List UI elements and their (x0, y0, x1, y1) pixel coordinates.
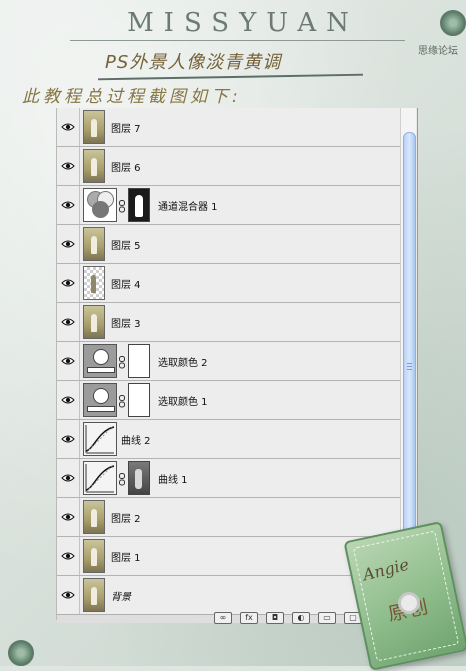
eye-icon[interactable] (57, 459, 80, 497)
layer-thumbnail[interactable] (83, 110, 105, 144)
layer-name[interactable]: 图层 4 (111, 276, 141, 291)
layer-row[interactable]: 图层 7 (57, 108, 400, 147)
layer-row[interactable]: 图层 3 (57, 303, 400, 342)
link-chain-icon[interactable] (119, 354, 125, 369)
banner-divider (70, 40, 405, 41)
eye-icon[interactable] (57, 108, 80, 146)
layer-thumbnail[interactable] (83, 500, 105, 534)
decorative-button-ornament (8, 640, 34, 666)
layer-name[interactable]: 曲线 2 (121, 432, 151, 447)
layer-mask-thumbnail[interactable] (128, 461, 150, 495)
eye-icon[interactable] (57, 264, 80, 302)
layer-name[interactable]: 图层 6 (111, 159, 141, 174)
layer-name[interactable]: 图层 2 (111, 510, 141, 525)
layer-name[interactable]: 图层 7 (111, 120, 141, 135)
eye-icon[interactable] (57, 342, 80, 380)
layers-list: 图层 7 图层 6 通道混合器 1 图层 5 图层 4 图层 3 选取颜色 2 选取颜色 1 曲… (57, 108, 400, 614)
layer-mask-thumbnail[interactable] (128, 383, 150, 417)
layer-mask-thumbnail[interactable] (128, 344, 150, 378)
eye-icon[interactable] (57, 186, 80, 224)
layer-row[interactable]: 图层 5 (57, 225, 400, 264)
layer-name[interactable]: 选取颜色 1 (158, 393, 208, 408)
layer-row[interactable]: 通道混合器 1 (57, 186, 400, 225)
eye-icon[interactable] (57, 303, 80, 341)
selective-color-icon[interactable] (83, 383, 117, 417)
layer-thumbnail[interactable] (83, 539, 105, 573)
link-chain-icon[interactable] (119, 198, 125, 213)
adjustment-icon[interactable]: ◐ (292, 612, 310, 624)
layer-row[interactable]: 图层 6 (57, 147, 400, 186)
channel-mixer-icon[interactable] (83, 188, 117, 222)
tutorial-title: PS外景人像淡青黄调 (105, 52, 282, 73)
layer-thumbnail[interactable] (83, 227, 105, 261)
banner-subtitle: 思缘论坛 (418, 46, 458, 57)
layer-row[interactable]: 曲线 2 (57, 420, 400, 459)
eye-icon[interactable] (57, 537, 80, 575)
layer-name[interactable]: 选取颜色 2 (158, 354, 208, 369)
layer-mask-thumbnail[interactable] (128, 188, 150, 222)
layer-thumbnail[interactable] (83, 266, 105, 300)
layer-name[interactable]: 通道混合器 1 (158, 198, 218, 213)
group-icon[interactable]: ▭ (318, 612, 336, 624)
tutorial-intro: 此教程总过程截图如下: (22, 87, 242, 107)
link-chain-icon[interactable] (119, 393, 125, 408)
selective-color-icon[interactable] (83, 344, 117, 378)
layer-row[interactable]: 曲线 1 (57, 459, 400, 498)
layer-name[interactable]: 曲线 1 (158, 471, 188, 486)
layer-row[interactable]: 图层 4 (57, 264, 400, 303)
scrollbar-grip-icon (407, 363, 412, 371)
eye-icon[interactable] (57, 147, 80, 185)
eye-icon[interactable] (57, 420, 80, 458)
eye-icon[interactable] (57, 498, 80, 536)
layer-name[interactable]: 图层 1 (111, 549, 141, 564)
layer-row[interactable]: 选取颜色 2 (57, 342, 400, 381)
layer-thumbnail[interactable] (83, 305, 105, 339)
banner-title: MISSYUAN (127, 8, 359, 38)
eye-icon[interactable] (57, 225, 80, 263)
tag-ring (398, 592, 420, 614)
layer-thumbnail[interactable] (83, 578, 105, 612)
decorative-button-ornament (440, 10, 466, 36)
fx-icon[interactable]: fx (240, 612, 258, 624)
layer-name[interactable]: 图层 5 (111, 237, 141, 252)
eye-icon[interactable] (57, 381, 80, 419)
link-chain-icon[interactable] (119, 471, 125, 486)
layer-row[interactable]: 背景 (57, 576, 400, 614)
link-icon[interactable]: ∞ (214, 612, 232, 624)
layer-name[interactable]: 图层 3 (111, 315, 141, 330)
curves-icon[interactable] (83, 422, 117, 456)
curves-icon[interactable] (83, 461, 117, 495)
layer-name[interactable]: 背景 (111, 588, 131, 603)
eye-icon[interactable] (57, 576, 80, 614)
mask-icon[interactable]: ◘ (266, 612, 284, 624)
layer-thumbnail[interactable] (83, 149, 105, 183)
layer-row[interactable]: 选取颜色 1 (57, 381, 400, 420)
layer-row[interactable]: 图层 2 (57, 498, 400, 537)
